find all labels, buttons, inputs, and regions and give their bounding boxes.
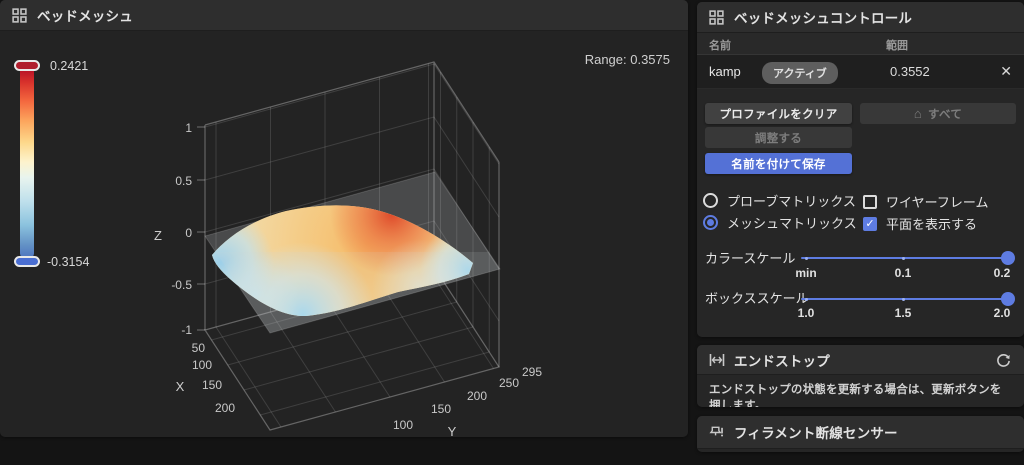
filament-card-header: フィラメント断線センサー <box>697 416 1024 449</box>
control-card-title: ベッドメッシュコントロール <box>734 11 913 26</box>
color-scale-label: カラースケール <box>705 251 796 266</box>
bed-mesh-control-card: ベッドメッシュコントロール 名前 範囲 kamp アクティブ 0.3552 ✕ … <box>697 2 1024 337</box>
svg-text:-0.5: -0.5 <box>171 278 192 292</box>
z-axis-ticks <box>197 126 205 331</box>
save-as-button[interactable]: 名前を付けて保存 <box>705 153 852 174</box>
radio-probe-matrix[interactable]: プローブマトリックス <box>703 191 856 210</box>
filament-card-title: フィラメント断線センサー <box>734 426 898 441</box>
control-card-header: ベッドメッシュコントロール <box>697 2 1024 33</box>
y-axis-title: Y <box>448 424 457 437</box>
close-icon[interactable]: ✕ <box>1000 63 1012 80</box>
radio-mesh-matrix[interactable]: メッシュマトリックス <box>703 213 857 232</box>
slider-track[interactable] <box>801 257 1011 259</box>
svg-text:150: 150 <box>202 378 222 392</box>
svg-text:0.5: 0.5 <box>175 174 192 188</box>
box-scale-thumb[interactable] <box>1001 292 1015 306</box>
bed-mesh-3d-plot[interactable]: 1 0.5 0 -0.5 -1 50 100 150 200 100 150 2… <box>0 31 688 437</box>
slider-tick-dot <box>805 256 808 260</box>
home-all-button[interactable]: ⌂ すべて <box>860 103 1016 124</box>
radio-unselected-icon[interactable] <box>703 193 718 208</box>
column-name: 名前 <box>709 40 731 52</box>
endstop-card-header: エンドストップ <box>697 345 1024 375</box>
bed-mesh-title: ベッドメッシュ <box>37 9 133 24</box>
profile-name: kamp <box>709 64 741 79</box>
color-scale-slider[interactable] <box>797 251 1015 265</box>
x-axis-title: X <box>176 379 185 394</box>
svg-text:0: 0 <box>185 226 192 240</box>
active-badge: アクティブ <box>762 62 838 84</box>
svg-text:250: 250 <box>499 376 519 390</box>
endstop-info-text: エンドストップの状態を更新する場合は、更新ボタンを押します。 <box>709 384 1002 407</box>
bed-mesh-card-header: ベッドメッシュ <box>0 0 688 31</box>
refresh-icon[interactable] <box>996 352 1012 368</box>
svg-text:150: 150 <box>431 402 451 416</box>
radio-selected-icon[interactable] <box>703 215 718 230</box>
filament-sensor-card: フィラメント断線センサー <box>697 416 1024 452</box>
filament-sensor-alert-icon <box>709 424 725 440</box>
checkbox-unchecked-icon[interactable] <box>863 194 877 209</box>
z-axis-title: Z <box>154 228 162 243</box>
profile-row-kamp[interactable]: kamp アクティブ 0.3552 ✕ <box>697 55 1024 89</box>
column-range: 範囲 <box>886 40 908 52</box>
home-icon: ⌂ <box>913 106 922 121</box>
x-axis-labels: 50 100 150 200 <box>192 341 236 415</box>
svg-text:100: 100 <box>393 418 413 432</box>
home-all-label: すべて <box>928 108 963 121</box>
z-axis-labels: 1 0.5 0 -0.5 -1 <box>171 121 192 337</box>
svg-text:-1: -1 <box>181 323 192 337</box>
endstop-card-title: エンドストップ <box>734 353 830 369</box>
profile-range-value: 0.3552 <box>890 64 930 79</box>
profile-table-header: 名前 範囲 <box>697 33 1024 55</box>
endstop-icon <box>709 352 725 368</box>
svg-text:200: 200 <box>215 401 235 415</box>
color-scale-thumb[interactable] <box>1001 251 1015 265</box>
slider-tick-dot <box>805 297 808 301</box>
mesh-grid-icon <box>709 9 725 25</box>
slider-track[interactable] <box>801 298 1011 300</box>
box-scale-label: ボックススケール <box>705 291 809 306</box>
slider-tick-dot <box>902 297 905 301</box>
box-scale-slider[interactable] <box>797 292 1015 306</box>
endstop-card: エンドストップ エンドストップの状態を更新する場合は、更新ボタンを押します。 <box>697 345 1024 407</box>
checkbox-flat-surface[interactable]: ✓ 平面を表示する <box>863 214 977 233</box>
clear-profile-button[interactable]: プロファイルをクリア <box>705 103 852 124</box>
svg-text:1: 1 <box>185 121 192 135</box>
svg-text:100: 100 <box>192 358 212 372</box>
checkbox-checked-icon[interactable]: ✓ <box>863 216 877 231</box>
svg-text:295: 295 <box>522 365 542 379</box>
svg-text:200: 200 <box>467 389 487 403</box>
bed-mesh-card: ベッドメッシュ Range: 0.3575 0.2421 -0.3154 1 0… <box>0 0 688 437</box>
slider-tick-dot <box>902 256 905 260</box>
mesh-grid-icon <box>12 7 28 23</box>
checkbox-wireframe[interactable]: ワイヤーフレーム <box>863 192 988 211</box>
calibrate-button[interactable]: 調整する <box>705 127 852 148</box>
svg-text:50: 50 <box>192 341 206 355</box>
